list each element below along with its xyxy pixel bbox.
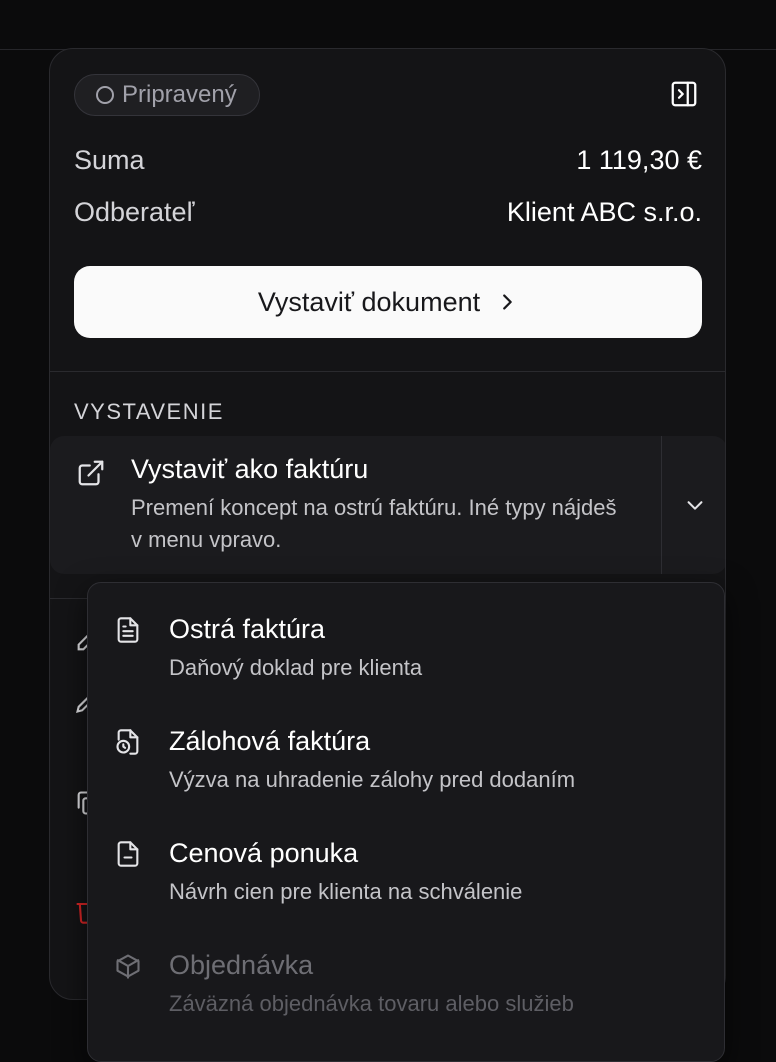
- issue-option-title: Vystaviť ako faktúru: [131, 454, 369, 484]
- menu-item-description: Záväzná objednávka tovaru alebo služieb: [169, 991, 574, 1016]
- menu-item-title: Cenová ponuka: [169, 838, 359, 868]
- top-bar: [0, 0, 776, 50]
- chevron-right-icon: [503, 294, 512, 310]
- document-clock-icon: [116, 729, 139, 755]
- amount-value: 1 119,30 €: [576, 145, 702, 175]
- amount-label: Suma: [74, 145, 145, 175]
- document-text-icon: [117, 617, 139, 643]
- issue-document-button[interactable]: Vystaviť dokument: [74, 266, 702, 338]
- issue-option-row: Vystaviť ako faktúru Premení koncept na …: [50, 436, 725, 574]
- customer-label: Odberateľ: [74, 197, 195, 227]
- external-link-icon: [78, 460, 104, 486]
- menu-item-invoice[interactable]: Ostrá faktúra Daňový doklad pre klienta: [88, 583, 724, 691]
- menu-item-proforma[interactable]: Zálohová faktúra Výzva na uhradenie zálo…: [88, 695, 724, 803]
- status-badge: Pripravený: [74, 74, 260, 116]
- status-circle-icon: [96, 86, 114, 104]
- package-icon: [116, 954, 140, 979]
- menu-item-description: Daňový doklad pre klienta: [169, 655, 423, 680]
- section-divider: [50, 371, 725, 372]
- menu-item-order: Objednávka Záväzná objednávka tovaru ale…: [88, 919, 724, 1027]
- chevron-down-icon: [687, 501, 702, 510]
- menu-item-description: Návrh cien pre klienta na schválenie: [169, 879, 523, 904]
- section-title: VYSTAVENIE: [74, 399, 224, 424]
- document-minus-icon: [117, 841, 139, 867]
- more-types-dropdown-toggle[interactable]: [662, 436, 725, 574]
- issue-as-invoice-option[interactable]: Vystaviť ako faktúru Premení koncept na …: [50, 436, 660, 574]
- issue-document-label: Vystaviť dokument: [257, 286, 481, 317]
- issue-option-description: Premení koncept na ostrú faktúru. Iné ty…: [131, 495, 617, 552]
- menu-item-quote[interactable]: Cenová ponuka Návrh cien pre klienta na …: [88, 807, 724, 915]
- collapse-panel-button[interactable]: [668, 78, 700, 110]
- menu-item-title: Zálohová faktúra: [169, 726, 371, 756]
- customer-value: Klient ABC s.r.o.: [506, 197, 702, 227]
- status-label: Pripravený: [122, 81, 237, 108]
- menu-item-title: Objednávka: [169, 950, 314, 980]
- menu-item-title: Ostrá faktúra: [169, 614, 326, 644]
- document-type-dropdown: Ostrá faktúra Daňový doklad pre klienta …: [87, 582, 725, 1062]
- customer-row: Odberateľ Klient ABC s.r.o.: [74, 197, 702, 228]
- menu-item-description: Výzva na uhradenie zálohy pred dodaním: [169, 767, 576, 792]
- panel-collapse-icon: [671, 81, 697, 107]
- amount-row: Suma 1 119,30 €: [74, 145, 702, 176]
